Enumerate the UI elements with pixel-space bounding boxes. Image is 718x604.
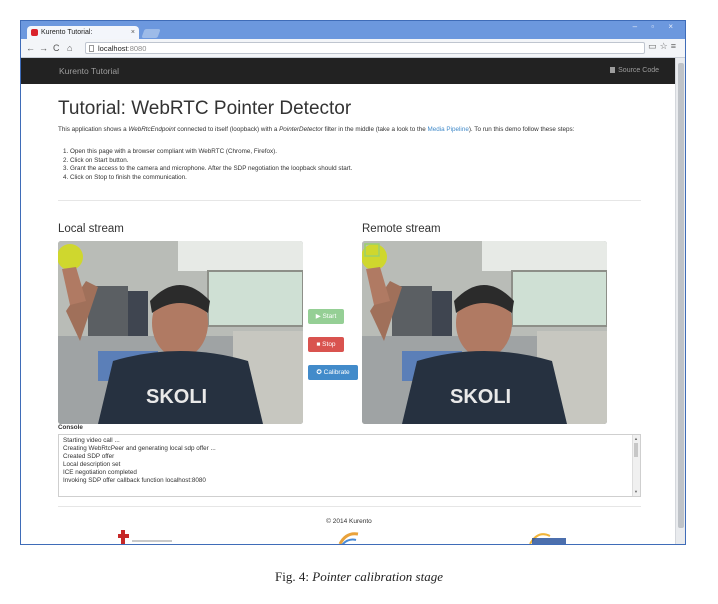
stop-button[interactable]: ■ Stop: [308, 337, 344, 352]
step-item: Click on Stop to finish the communicatio…: [70, 174, 570, 183]
partner-logo-icon: [528, 530, 570, 544]
reload-icon[interactable]: C: [53, 41, 60, 55]
remote-video: SKOLI: [362, 241, 607, 424]
step-item: Grant the access to the camera and micro…: [70, 165, 570, 174]
new-tab-button[interactable]: [141, 29, 161, 38]
intro-text-4: ). To run this demo follow these steps:: [468, 126, 575, 133]
start-button[interactable]: ▶ Start: [308, 309, 344, 324]
console-line: Local description set: [63, 461, 121, 469]
step-item: Open this page with a browser compliant …: [70, 148, 570, 157]
local-video: SKOLI: [58, 241, 303, 424]
sponsor-logo-icon: [118, 530, 172, 544]
window-controls[interactable]: – ▫ ×: [633, 22, 679, 31]
console-label: Console: [58, 424, 83, 431]
console-output[interactable]: Starting video call ... Creating WebRtcP…: [58, 434, 641, 497]
kurento-logo-icon: [338, 532, 359, 544]
browser-window: Kurento Tutorial: × – ▫ × ← → C ⌂ localh…: [20, 20, 686, 545]
back-icon[interactable]: ←: [26, 41, 35, 55]
source-code-link[interactable]: Source Code: [610, 58, 659, 84]
console-line: Creating WebRtcPeer and generating local…: [63, 445, 216, 453]
remote-video-frame: SKOLI: [362, 241, 607, 424]
favicon-icon: [31, 29, 38, 36]
footer-copyright: © 2014 Kurento: [326, 518, 372, 525]
console-line: Starting video call ...: [63, 437, 120, 444]
svg-text:SKOLI: SKOLI: [146, 386, 207, 408]
step-item: Click on Start button.: [70, 157, 570, 166]
media-pipeline-link[interactable]: Media Pipeline: [428, 126, 469, 133]
stop-label: Stop: [322, 341, 336, 348]
divider: [58, 506, 641, 507]
local-stream-heading: Local stream: [58, 223, 124, 235]
svg-text:SKOLI: SKOLI: [450, 386, 511, 408]
console-line: Invoking SDP offer callback function loc…: [63, 477, 206, 485]
console-scrollbar[interactable]: ▲ ▼: [632, 435, 640, 496]
page-title: Tutorial: WebRTC Pointer Detector: [58, 98, 352, 119]
start-label: Start: [322, 313, 337, 320]
tab-strip: Kurento Tutorial: × – ▫ ×: [21, 21, 685, 39]
page-viewport: Kurento Tutorial Source Code Tutorial: W…: [21, 58, 677, 544]
intro-text-2: connected to itself (loopback) with a: [175, 126, 280, 133]
browser-tab[interactable]: Kurento Tutorial: ×: [27, 26, 139, 39]
tab-close-icon[interactable]: ×: [131, 26, 135, 39]
browser-toolbar: ← → C ⌂ localhost:8080 ▭☆≡: [21, 39, 685, 58]
bookmark-star-icon[interactable]: ▭☆≡: [648, 41, 679, 52]
calibrate-label: Calibrate: [323, 369, 350, 376]
intro-paragraph: This application shows a WebRtcEndpoint …: [58, 125, 628, 134]
page-scroll-thumb[interactable]: [678, 63, 684, 528]
url-port: :8080: [127, 44, 147, 53]
steps-list: Open this page with a browser compliant …: [58, 148, 570, 182]
local-video-frame: SKOLI: [58, 241, 303, 424]
url-host: localhost: [98, 44, 128, 53]
intro-ep2: PointerDetector: [279, 126, 323, 133]
remote-stream-heading: Remote stream: [362, 223, 441, 235]
file-icon: [610, 67, 616, 73]
navbar-brand[interactable]: Kurento Tutorial: [59, 58, 119, 84]
divider: [58, 200, 641, 201]
scroll-down-icon[interactable]: ▼: [634, 488, 638, 496]
caption-text: Pointer calibration stage: [312, 569, 443, 584]
intro-ep1: WebRtcEndpoint: [128, 126, 176, 133]
tab-title: Kurento Tutorial:: [41, 29, 93, 36]
intro-text-3: filter in the middle (take a look to the: [322, 126, 428, 133]
figure-caption: Fig. 4: Pointer calibration stage: [0, 569, 718, 585]
forward-icon[interactable]: →: [39, 41, 48, 55]
home-icon[interactable]: ⌂: [67, 41, 72, 55]
site-navbar: Kurento Tutorial Source Code: [21, 58, 677, 84]
calibrate-button[interactable]: ✪ Calibrate: [308, 365, 358, 380]
console-line: Created SDP offer: [63, 453, 115, 461]
address-bar[interactable]: localhost:8080: [85, 42, 645, 54]
console-line: ICE negotiation completed: [63, 469, 137, 477]
partner-logo-graphic: [529, 533, 566, 544]
console-scroll-thumb[interactable]: [634, 443, 638, 457]
intro-text-1: This application shows a: [58, 126, 129, 133]
page-icon: [89, 45, 94, 52]
caption-prefix: Fig. 4:: [275, 569, 313, 584]
source-code-label: Source Code: [618, 67, 659, 74]
scroll-up-icon[interactable]: ▲: [634, 435, 638, 443]
